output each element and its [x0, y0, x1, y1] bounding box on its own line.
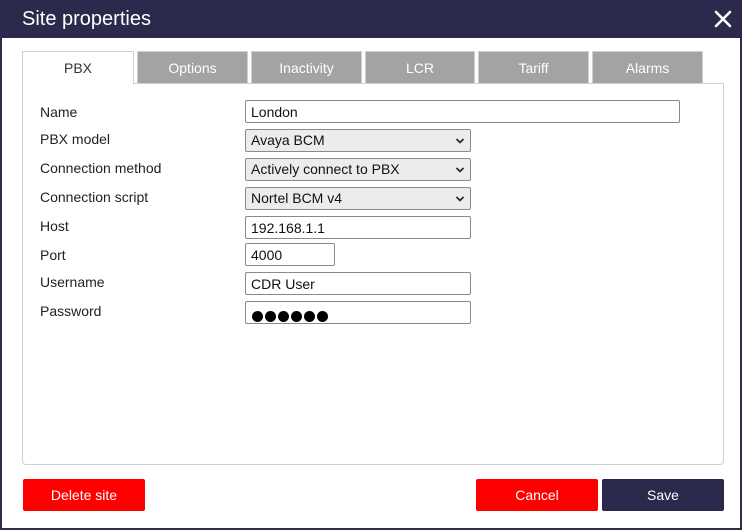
- save-button[interactable]: Save: [602, 479, 724, 511]
- delete-site-button[interactable]: Delete site: [23, 479, 145, 511]
- cancel-button[interactable]: Cancel: [476, 479, 598, 511]
- connection-script-select[interactable]: Nortel BCM v4: [245, 187, 471, 210]
- tab-tariff[interactable]: Tariff: [478, 51, 589, 84]
- password-label: Password: [40, 303, 102, 319]
- pbx-model-label: PBX model: [40, 131, 111, 147]
- name-label: Name: [40, 104, 78, 120]
- tab-options[interactable]: Options: [137, 51, 248, 84]
- name-input[interactable]: [245, 100, 680, 123]
- dialog-title: Site properties: [22, 8, 151, 30]
- tab-alarms[interactable]: Alarms: [592, 51, 703, 84]
- pbx-model-value: Avaya BCM: [251, 132, 325, 148]
- port-input[interactable]: [245, 243, 335, 266]
- tab-pbx[interactable]: PBX: [22, 51, 134, 85]
- tab-inactivity[interactable]: Inactivity: [251, 51, 362, 84]
- username-label: Username: [40, 274, 105, 290]
- close-icon: [714, 10, 732, 28]
- connection-method-label: Connection method: [40, 160, 162, 176]
- chevron-down-icon: [455, 138, 465, 144]
- password-dot: [278, 311, 289, 322]
- password-dot: [317, 311, 328, 322]
- username-input[interactable]: [245, 272, 471, 295]
- port-label: Port: [40, 247, 66, 263]
- chevron-down-icon: [455, 167, 465, 173]
- pbx-model-select[interactable]: Avaya BCM: [245, 129, 471, 152]
- host-input[interactable]: [245, 216, 471, 239]
- site-properties-dialog: Site properties PBX Options Inactivity L…: [0, 0, 742, 530]
- close-button[interactable]: [710, 6, 736, 32]
- title-bar: Site properties: [2, 0, 742, 38]
- host-label: Host: [40, 218, 69, 234]
- connection-script-value: Nortel BCM v4: [251, 190, 343, 206]
- password-dot: [252, 311, 263, 322]
- chevron-down-icon: [455, 196, 465, 202]
- tab-lcr[interactable]: LCR: [365, 51, 475, 84]
- password-mask: [252, 307, 330, 322]
- connection-script-label: Connection script: [40, 189, 149, 205]
- password-dot: [291, 311, 302, 322]
- connection-method-select[interactable]: Actively connect to PBX: [245, 158, 471, 181]
- password-input[interactable]: [245, 301, 471, 324]
- password-dot: [265, 311, 276, 322]
- connection-method-value: Actively connect to PBX: [251, 161, 400, 177]
- password-dot: [304, 311, 315, 322]
